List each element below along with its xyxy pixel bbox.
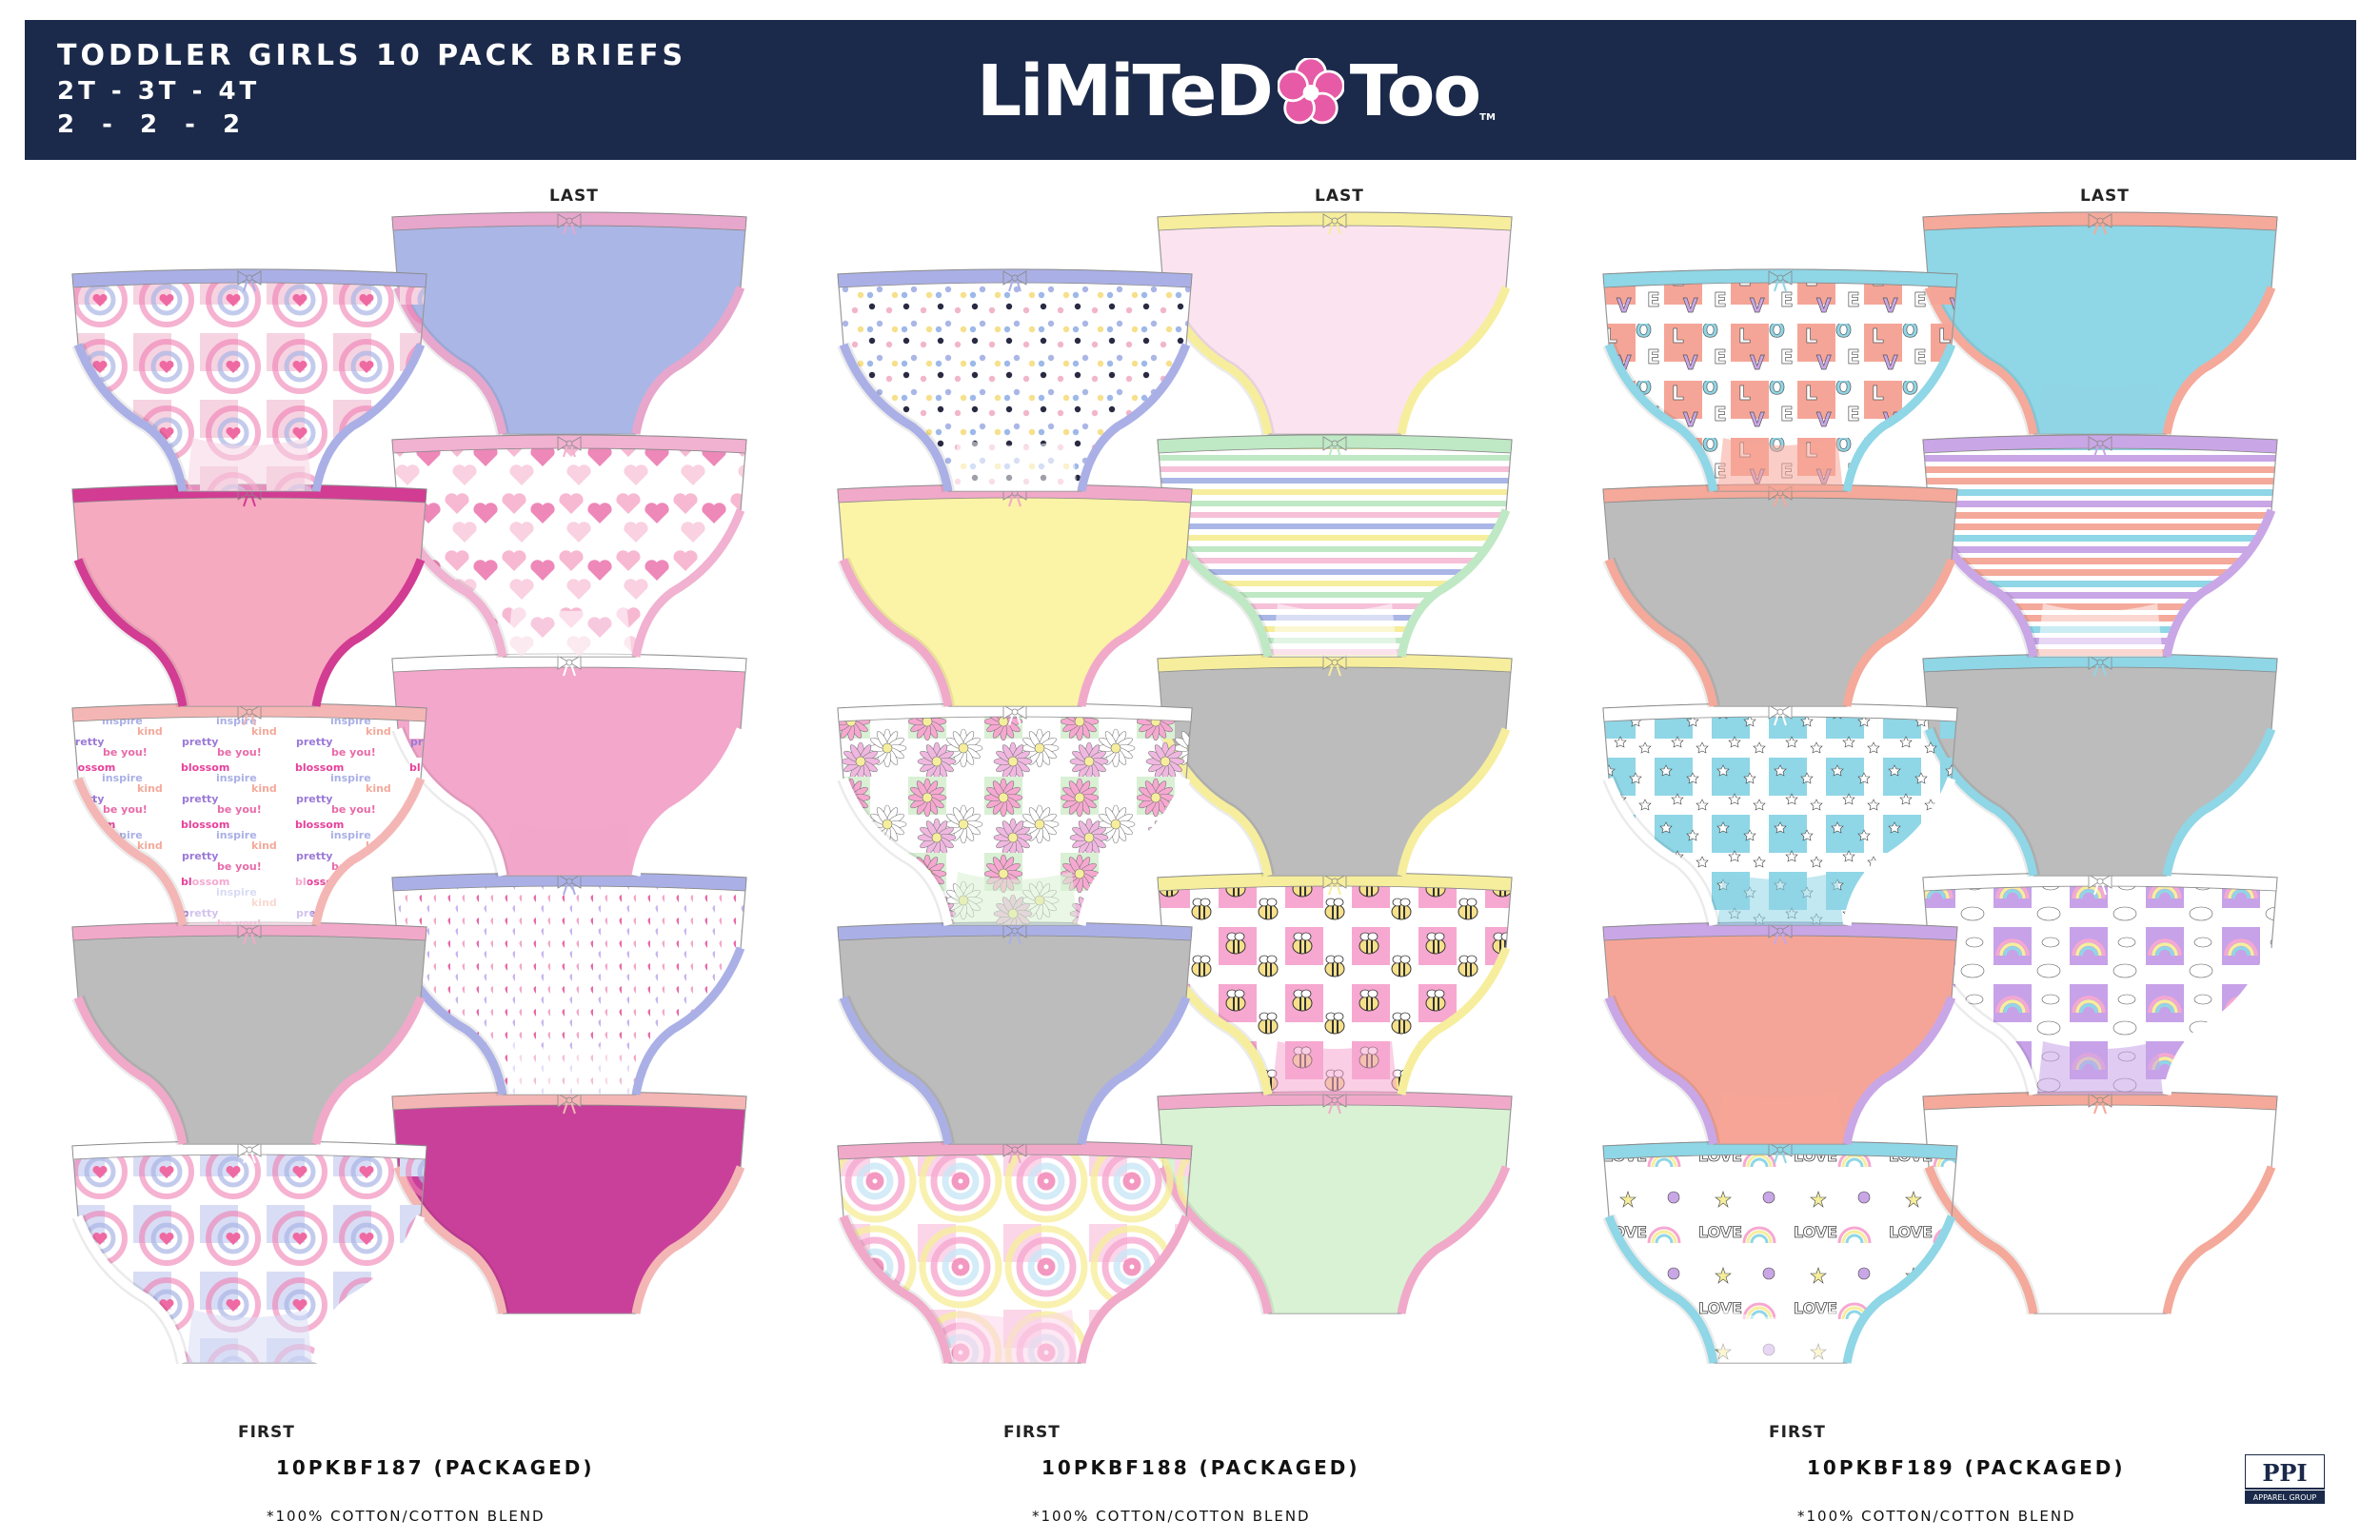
brief-item	[387, 209, 752, 440]
brief-item: LOVE	[1597, 267, 1963, 497]
pack-column-3: LAST FIRST 10PKBF189 (PACKAGED) *100% CO…	[1588, 181, 2330, 1532]
first-label: FIRST	[238, 1423, 295, 1442]
brief-item	[1597, 919, 1963, 1150]
brief-item	[387, 1089, 752, 1319]
limited-too-logo: LiMiTeD Too TM	[977, 39, 1496, 144]
brief-item	[1597, 701, 1963, 931]
brief-item	[1152, 432, 1517, 662]
brief-item	[67, 482, 432, 712]
brief-item	[1152, 209, 1517, 440]
brief-item	[387, 651, 752, 881]
flower-icon	[1277, 56, 1345, 125]
brief-item	[832, 267, 1198, 497]
fabric-note: *100% COTTON/COTTON BLEND	[267, 1508, 545, 1525]
size-quantities: 2 - 2 - 2	[57, 110, 250, 139]
brief-item	[832, 482, 1198, 712]
last-label: LAST	[549, 187, 599, 206]
brief-item	[387, 870, 752, 1100]
brief-item	[67, 919, 432, 1150]
brief-item	[1152, 651, 1517, 881]
brief-item	[1152, 1089, 1517, 1319]
brief-item	[67, 1138, 432, 1369]
brief-item	[832, 701, 1198, 931]
first-label: FIRST	[1003, 1423, 1061, 1442]
sku-label: 10PKBF188 (PACKAGED)	[1041, 1456, 1360, 1479]
brief-item	[1917, 651, 2283, 881]
brief-item	[387, 432, 752, 662]
sku-label: 10PKBF189 (PACKAGED)	[1807, 1456, 2126, 1479]
last-label: LAST	[2080, 187, 2130, 206]
last-label: LAST	[1315, 187, 1364, 206]
ppi-apparel-logo: PPI APPAREL GROUP	[2244, 1453, 2326, 1504]
ppi-logo-text: PPI	[2262, 1459, 2307, 1487]
fabric-note: *100% COTTON/COTTON BLEND	[1032, 1508, 1311, 1525]
brief-item	[1917, 1089, 2283, 1319]
pack-column-1: LAST FIRST 10PKBF187 (PACKAGED) *100% CO…	[57, 181, 800, 1532]
pack-column-2: LAST FIRST 10PKBF188 (PACKAGED) *100% CO…	[823, 181, 1565, 1532]
first-label: FIRST	[1769, 1423, 1826, 1442]
brief-item	[1917, 209, 2283, 440]
brief-item	[1917, 432, 2283, 662]
size-range: 2T - 3T - 4T	[57, 77, 261, 106]
ppi-logo-subtext: APPAREL GROUP	[2253, 1493, 2317, 1502]
brief-item	[67, 267, 432, 497]
sku-label: 10PKBF187 (PACKAGED)	[276, 1456, 595, 1479]
logo-text-too: Too	[1349, 50, 1481, 132]
trademark-mark: TM	[1479, 112, 1496, 123]
brief-item: blossominspirekindprettybe you!	[67, 701, 432, 931]
brief-item	[832, 919, 1198, 1150]
brief-item	[832, 1138, 1198, 1369]
header-banner: TODDLER GIRLS 10 PACK BRIEFS 2T - 3T - 4…	[25, 20, 2356, 160]
brief-item	[1597, 482, 1963, 712]
product-title: TODDLER GIRLS 10 PACK BRIEFS	[57, 39, 687, 72]
brief-item	[1917, 870, 2283, 1100]
brief-item: LOVE	[1597, 1138, 1963, 1369]
fabric-note: *100% COTTON/COTTON BLEND	[1797, 1508, 2076, 1525]
brief-item	[1152, 870, 1517, 1100]
logo-text-limited: LiMiTeD	[977, 50, 1274, 132]
